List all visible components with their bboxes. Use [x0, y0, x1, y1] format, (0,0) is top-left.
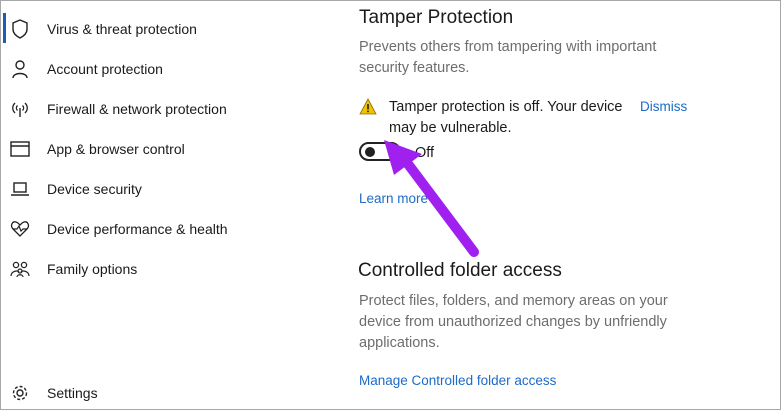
- sidebar-item-label: Firewall & network protection: [47, 101, 227, 117]
- sidebar-item-label: Virus & threat protection: [47, 21, 197, 37]
- toggle-state-label: Off: [415, 145, 435, 161]
- sidebar-item-device-performance-health[interactable]: Device performance & health: [0, 211, 300, 247]
- browser-window-icon: [10, 139, 30, 159]
- tamper-protection-toggle[interactable]: [359, 142, 401, 161]
- person-icon: [10, 59, 30, 79]
- sidebar-item-label: Family options: [47, 261, 138, 277]
- warning-icon: [359, 98, 377, 120]
- sidebar-item-virus-threat-protection[interactable]: Virus & threat protection: [0, 11, 300, 47]
- sidebar-item-label: Account protection: [47, 61, 163, 77]
- sidebar-item-label: Device performance & health: [47, 221, 228, 237]
- laptop-icon: [10, 179, 30, 199]
- tamper-warning-text: Tamper protection is off. Your device ma…: [389, 99, 623, 136]
- learn-more-link[interactable]: Learn more: [359, 191, 428, 206]
- sidebar-item-device-security[interactable]: Device security: [0, 171, 300, 207]
- family-icon: [10, 259, 30, 279]
- sidebar-item-label: Settings: [47, 385, 98, 401]
- manage-controlled-folder-access-link[interactable]: Manage Controlled folder access: [359, 373, 556, 388]
- controlled-folder-access-title: Controlled folder access: [358, 260, 562, 281]
- sidebar-item-firewall-network-protection[interactable]: Firewall & network protection: [0, 91, 300, 127]
- tamper-protection-title: Tamper Protection: [359, 7, 514, 28]
- tamper-protection-description: Prevents others from tampering with impo…: [359, 39, 657, 76]
- sidebar-item-label: Device security: [47, 181, 142, 197]
- shield-icon: [10, 19, 30, 39]
- sidebar-item-label: App & browser control: [47, 141, 185, 157]
- dismiss-link[interactable]: Dismiss: [640, 99, 687, 114]
- sidebar-item-app-browser-control[interactable]: App & browser control: [0, 131, 300, 167]
- sidebar-item-family-options[interactable]: Family options: [0, 251, 300, 287]
- sidebar-item-account-protection[interactable]: Account protection: [0, 51, 300, 87]
- controlled-folder-access-description: Protect files, folders, and memory areas…: [359, 293, 668, 351]
- antenna-icon: [10, 99, 30, 119]
- main-content: Tamper Protection Prevents others from t…: [358, 0, 769, 410]
- gear-icon: [10, 383, 30, 403]
- sidebar-nav: Virus & threat protection Account protec…: [0, 0, 330, 410]
- heart-pulse-icon: [10, 219, 30, 239]
- sidebar-item-settings[interactable]: Settings: [0, 375, 300, 411]
- toggle-knob: [365, 147, 375, 157]
